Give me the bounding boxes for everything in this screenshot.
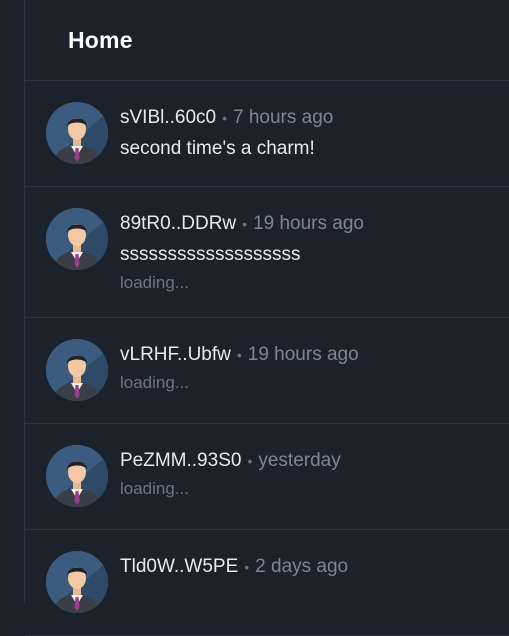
author-name[interactable]: vLRHF..Ubfw (120, 344, 231, 365)
separator-dot: • (244, 559, 250, 575)
timestamp[interactable]: 2 days ago (255, 556, 348, 577)
user-avatar-icon[interactable] (46, 339, 108, 401)
post-meta: PeZMM..93S0 • yesterday (120, 448, 341, 474)
timestamp[interactable]: 7 hours ago (233, 107, 333, 128)
feed: sVIBl..60c0 • 7 hours ago second time's a … (25, 81, 509, 636)
post-message: second time's a charm! (120, 138, 315, 159)
user-avatar-icon[interactable] (46, 208, 108, 270)
timestamp[interactable]: yesterday (258, 450, 340, 471)
loading-status: loading... (120, 479, 189, 498)
user-avatar-icon[interactable] (46, 445, 108, 507)
post-item[interactable]: sVIBl..60c0 • 7 hours ago second time's a … (25, 81, 509, 187)
header: Home (25, 0, 509, 81)
separator-dot: • (236, 347, 242, 363)
author-name[interactable]: Tld0W..W5PE (120, 556, 238, 577)
post-meta: Tld0W..W5PE • 2 days ago (120, 554, 348, 580)
post-meta: vLRHF..Ubfw • 19 hours ago (120, 342, 359, 368)
author-name[interactable]: 89tR0..DDRw (120, 213, 236, 234)
post-meta: sVIBl..60c0 • 7 hours ago (120, 105, 333, 131)
post-item[interactable]: 89tR0..DDRw • 19 hours ago sssssssssssssss… (25, 187, 509, 318)
author-name[interactable]: PeZMM..93S0 (120, 450, 241, 471)
page-title: Home (68, 26, 133, 53)
post-body: Tld0W..W5PE • 2 days ago (120, 551, 348, 580)
post-body: vLRHF..Ubfw • 19 hours ago loading... (120, 339, 359, 395)
separator-dot: • (242, 216, 248, 232)
post-message: sssssssssssssssssss (120, 244, 301, 265)
user-avatar-icon[interactable] (46, 102, 108, 164)
left-rail (0, 0, 25, 604)
loading-status: loading... (120, 273, 189, 292)
post-item[interactable]: PeZMM..93S0 • yesterday loading... (25, 424, 509, 530)
author-name[interactable]: sVIBl..60c0 (120, 107, 216, 128)
app: Home sVIBl..60c0 • 7 hours ago second time… (0, 0, 509, 636)
main-column: Home sVIBl..60c0 • 7 hours ago second time… (25, 0, 509, 636)
loading-status: loading... (120, 373, 189, 392)
timestamp[interactable]: 19 hours ago (253, 213, 364, 234)
post-meta: 89tR0..DDRw • 19 hours ago (120, 211, 364, 237)
post-body: sVIBl..60c0 • 7 hours ago second time's a … (120, 102, 333, 162)
separator-dot: • (247, 453, 253, 469)
post-item[interactable]: Tld0W..W5PE • 2 days ago (25, 530, 509, 636)
post-item[interactable]: vLRHF..Ubfw • 19 hours ago loading... (25, 318, 509, 424)
separator-dot: • (222, 110, 228, 126)
timestamp[interactable]: 19 hours ago (248, 344, 359, 365)
post-body: PeZMM..93S0 • yesterday loading... (120, 445, 341, 501)
post-body: 89tR0..DDRw • 19 hours ago sssssssssssssss… (120, 208, 364, 295)
